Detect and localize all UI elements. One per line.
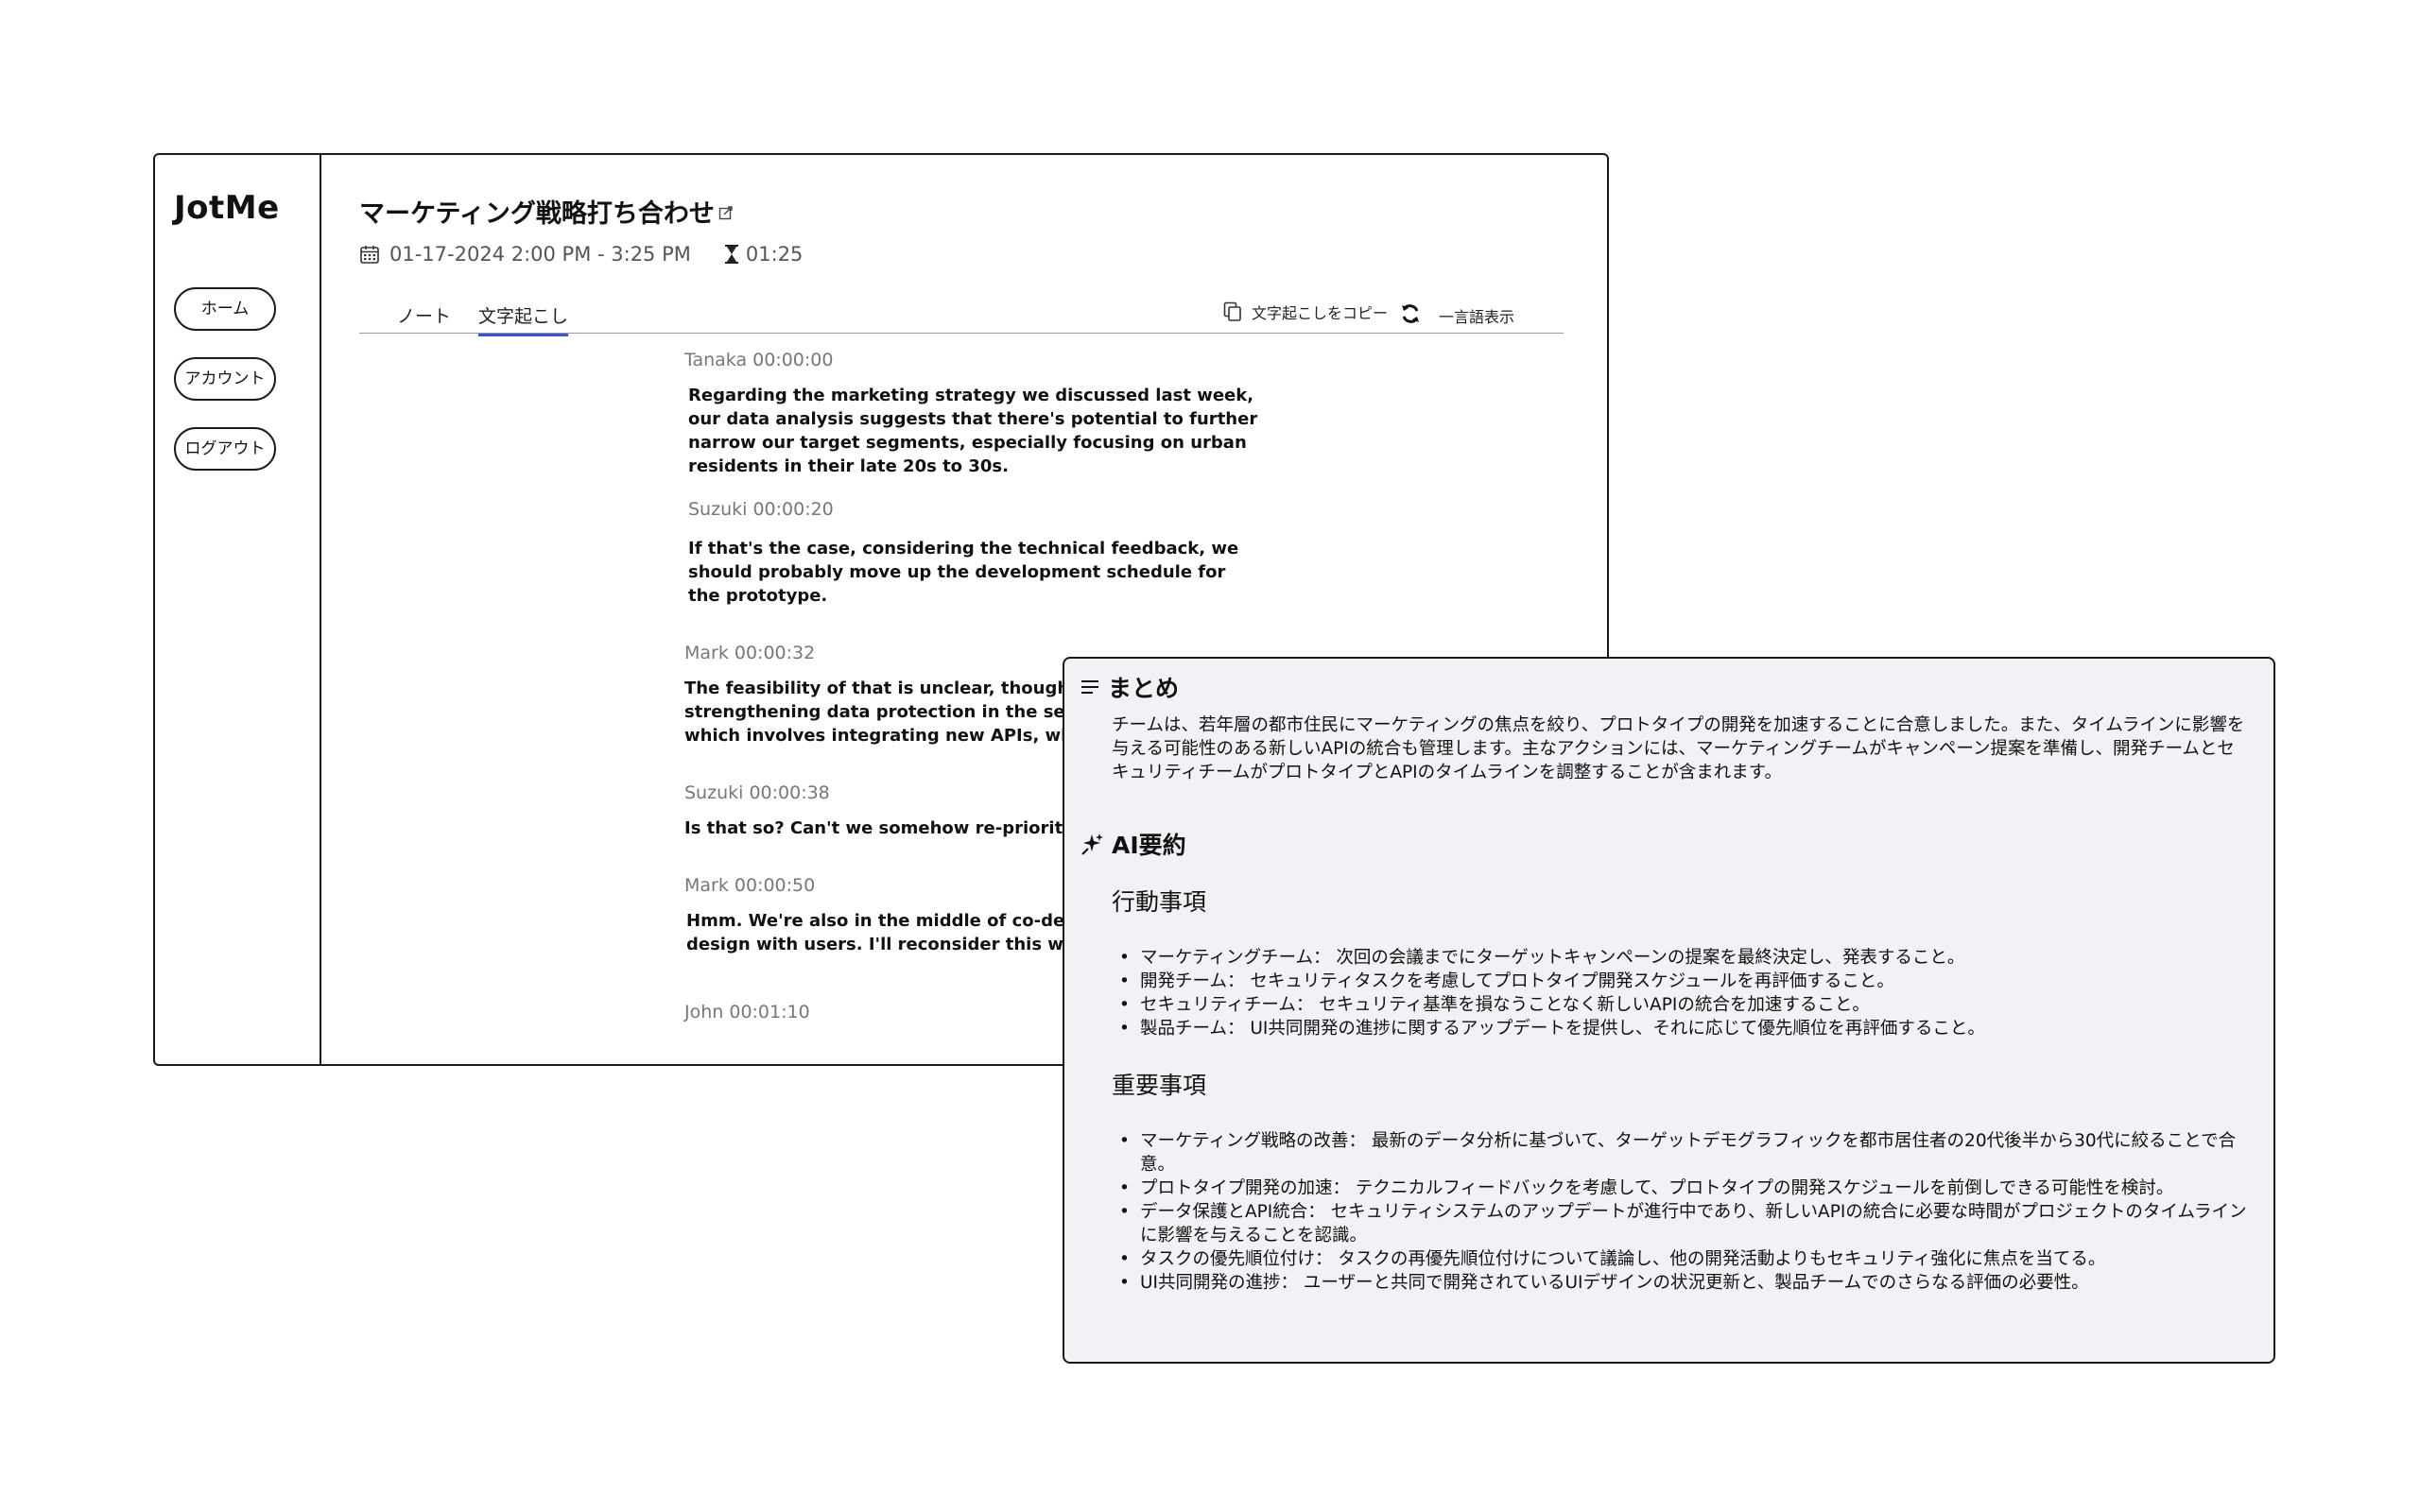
- meeting-duration: 01:25: [745, 243, 804, 266]
- sidebar: JotMe ホーム アカウント ログアウト: [155, 155, 321, 1064]
- action-items-heading: 行動事項: [1112, 888, 1207, 916]
- action-item: 開発チーム： セキュリティタスクを考慮してプロトタイプ開発スケジュールを再評価す…: [1112, 970, 2251, 993]
- key-point: タスクの優先順位付け： タスクの再優先順位付けについて議論し、他の開発活動よりも…: [1112, 1247, 2251, 1271]
- menu-lines-icon: [1080, 679, 1100, 696]
- speaker-timestamp: Tanaka 00:00:00: [684, 350, 834, 370]
- meeting-title-row: マーケティング戦略打ち合わせ: [359, 193, 734, 230]
- sync-icon[interactable]: [1399, 302, 1422, 329]
- meeting-title: マーケティング戦略打ち合わせ: [359, 199, 715, 229]
- meeting-meta: 01-17-2024 2:00 PM - 3:25 PM 01:25: [359, 240, 803, 268]
- speaker-timestamp: Suzuki 00:00:20: [688, 499, 834, 520]
- key-points-list: マーケティング戦略の改善： 最新のデータ分析に基づいて、ターゲットデモグラフィッ…: [1112, 1129, 2251, 1295]
- key-points-heading: 重要事項: [1112, 1072, 1207, 1099]
- copy-icon: [1223, 301, 1242, 322]
- action-item: セキュリティチーム： セキュリティ基準を損なうことなく新しいAPIの統合を加速す…: [1112, 993, 2251, 1017]
- sparkle-icon: [1080, 832, 1104, 856]
- summary-heading: まとめ: [1080, 670, 1179, 704]
- action-item: 製品チーム： UI共同開発の進捗に関するアップデートを提供し、それに応じて優先順…: [1112, 1017, 2251, 1040]
- summary-text: チームは、若年層の都市住民にマーケティングの焦点を絞り、プロトタイプの開発を加速…: [1112, 715, 2245, 782]
- copy-transcript-button[interactable]: 文字起こしをコピー: [1223, 301, 1388, 323]
- nav-home-button[interactable]: ホーム: [174, 287, 276, 331]
- key-point: データ保護とAPI統合： セキュリティシステムのアップデートが進行中であり、新し…: [1112, 1200, 2251, 1247]
- ai-summary-heading: AI要約: [1080, 827, 1186, 861]
- app-logo: JotMe: [174, 189, 280, 227]
- utterance-text: If that's the case, considering the tech…: [688, 539, 1239, 606]
- ai-summary-heading-label: AI要約: [1112, 832, 1186, 859]
- tab-notes[interactable]: ノート: [397, 302, 451, 334]
- action-item: マーケティングチーム： 次回の会議までにターゲットキャンペーンの提案を最終決定し…: [1112, 946, 2251, 970]
- transcript-entry: Suzuki 00:00:20 If that's the case, cons…: [684, 499, 1261, 608]
- meeting-datetime: 01-17-2024 2:00 PM - 3:25 PM: [389, 243, 691, 266]
- nav-logout-button[interactable]: ログアウト: [174, 427, 276, 471]
- utterance-text: Regarding the marketing strategy we disc…: [688, 386, 1258, 476]
- action-items-list: マーケティングチーム： 次回の会議までにターゲットキャンペーンの提案を最終決定し…: [1112, 946, 2251, 1040]
- calendar-icon: [359, 244, 380, 265]
- summary-heading-label: まとめ: [1108, 675, 1180, 702]
- tab-bar: ノート 文字起こし 文字起こしをコピー 一言語表示: [359, 295, 1564, 336]
- copy-transcript-label: 文字起こしをコピー: [1251, 304, 1388, 322]
- key-point: マーケティング戦略の改善： 最新のデータ分析に基づいて、ターゲットデモグラフィッ…: [1112, 1129, 2251, 1177]
- key-point: UI共同開発の進捗： ユーザーと共同で開発されているUIデザインの状況更新と、製…: [1112, 1271, 2251, 1295]
- transcript-entry: Tanaka 00:00:00 Regarding the marketing …: [684, 350, 1261, 478]
- hourglass-icon: [723, 244, 740, 265]
- summary-panel: まとめ チームは、若年層の都市住民にマーケティングの焦点を絞り、プロトタイプの開…: [1063, 657, 2275, 1364]
- single-language-view-button[interactable]: 一言語表示: [1439, 304, 1514, 327]
- edit-title-icon[interactable]: [718, 198, 734, 227]
- key-point: プロトタイプ開発の加速： テクニカルフィードバックを考慮して、プロトタイプの開発…: [1112, 1177, 2251, 1200]
- nav-account-button[interactable]: アカウント: [174, 357, 276, 401]
- tab-transcript[interactable]: 文字起こし: [478, 302, 569, 336]
